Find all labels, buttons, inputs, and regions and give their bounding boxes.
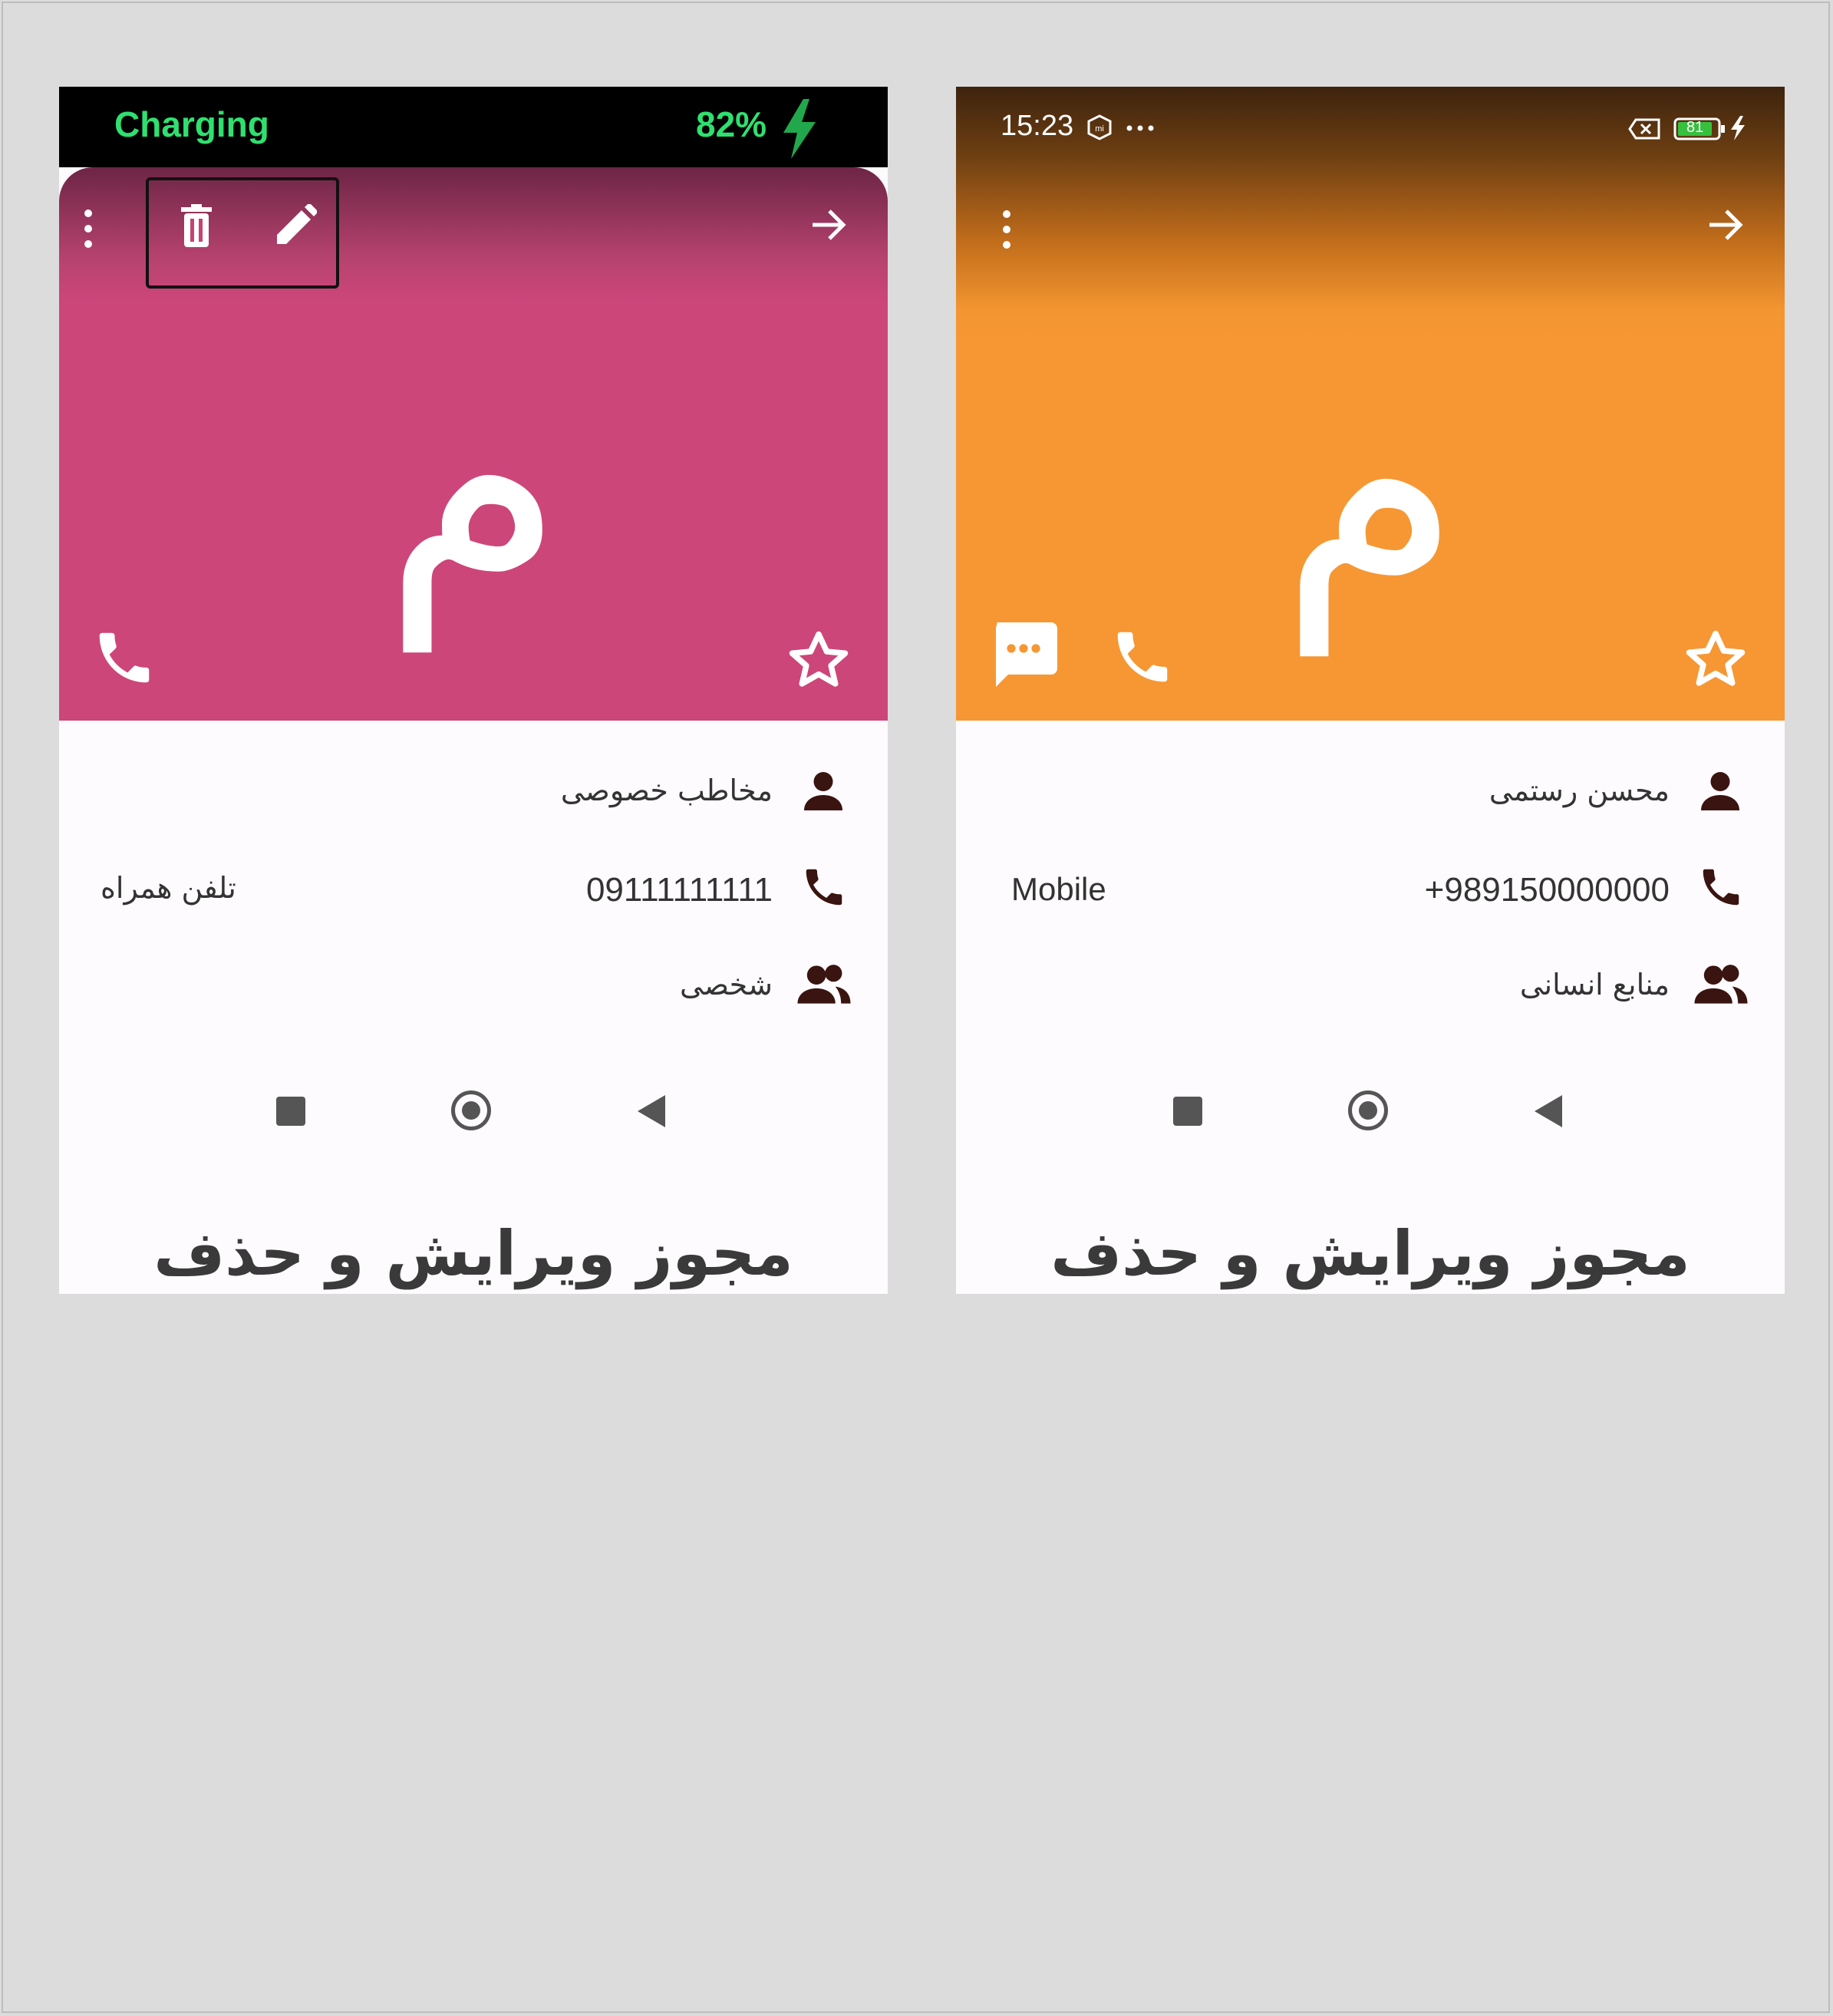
more-vert-icon[interactable]	[81, 207, 96, 250]
arrow-forward-icon[interactable]	[1706, 206, 1745, 244]
contact-phone-number[interactable]: 09111111111	[586, 871, 773, 909]
charging-bolt-icon	[1731, 116, 1745, 140]
contact-screen-private: Charging 82% م مخاطب خصوصی 09111111111 ت…	[59, 87, 888, 1294]
star-outline-icon[interactable]	[1681, 625, 1750, 695]
no-sim-icon	[1628, 118, 1660, 140]
mi-shield-icon: mi	[1087, 114, 1112, 140]
more-vert-icon[interactable]	[999, 208, 1014, 251]
phone-icon[interactable]	[800, 863, 848, 911]
permission-message: مجوز ویرایش و حذف مخاطب خصوصی را دارد	[153, 1218, 793, 1289]
recent-apps-button[interactable]	[1173, 1097, 1202, 1126]
contact-name: مخاطب خصوصی	[560, 774, 773, 807]
person-icon	[1701, 772, 1739, 810]
home-button[interactable]	[1348, 1090, 1388, 1130]
call-icon[interactable]	[91, 625, 157, 691]
home-button[interactable]	[451, 1090, 491, 1130]
contact-group: منابع انسانی	[1519, 968, 1670, 1001]
person-icon	[804, 772, 842, 810]
phone-type-label: تلفن همراه	[101, 871, 236, 905]
charging-bolt-icon	[783, 99, 816, 159]
contact-hero: م	[59, 167, 888, 721]
recent-apps-button[interactable]	[276, 1097, 305, 1126]
status-time: 15:23	[1001, 110, 1074, 142]
battery-level: 81	[1686, 119, 1704, 136]
charging-label: Charging	[114, 104, 269, 144]
svg-text:mi: mi	[1095, 124, 1104, 134]
contact-hero: 15:23 mi 81 م	[956, 87, 1785, 721]
edit-icon[interactable]	[274, 204, 317, 247]
phone-type-label: Mobile	[1011, 871, 1106, 907]
contact-phone-number[interactable]: +989150000000	[1425, 871, 1670, 909]
group-icon	[797, 965, 851, 1004]
contact-avatar-letter: م	[1280, 315, 1461, 655]
back-button[interactable]	[1533, 1094, 1564, 1129]
delete-icon[interactable]	[178, 204, 215, 249]
battery-percent: 82%	[696, 104, 767, 144]
contact-screen-organization: 15:23 mi 81 م محسن رستمی +989150000000 M…	[956, 87, 1785, 1294]
contact-header: Charging 82% م	[59, 87, 888, 721]
star-outline-icon[interactable]	[784, 626, 853, 695]
contact-name: محسن رستمی	[1488, 774, 1670, 807]
call-icon[interactable]	[1109, 624, 1175, 690]
contact-group: شخصی	[680, 968, 773, 1001]
more-notifications-icon	[1126, 125, 1154, 131]
group-icon	[1694, 965, 1748, 1004]
phone-icon[interactable]	[1697, 863, 1745, 911]
contact-avatar-letter: م	[383, 312, 564, 652]
back-button[interactable]	[636, 1094, 667, 1129]
arrow-forward-icon[interactable]	[809, 206, 848, 244]
contact-header: 15:23 mi 81 م	[956, 87, 1785, 721]
permission-message: مجوز ویرایش و حذف مخاطب سازمانی را ندارد	[1050, 1218, 1690, 1289]
status-bar: Charging 82%	[59, 87, 888, 167]
message-icon[interactable]	[987, 616, 1060, 690]
